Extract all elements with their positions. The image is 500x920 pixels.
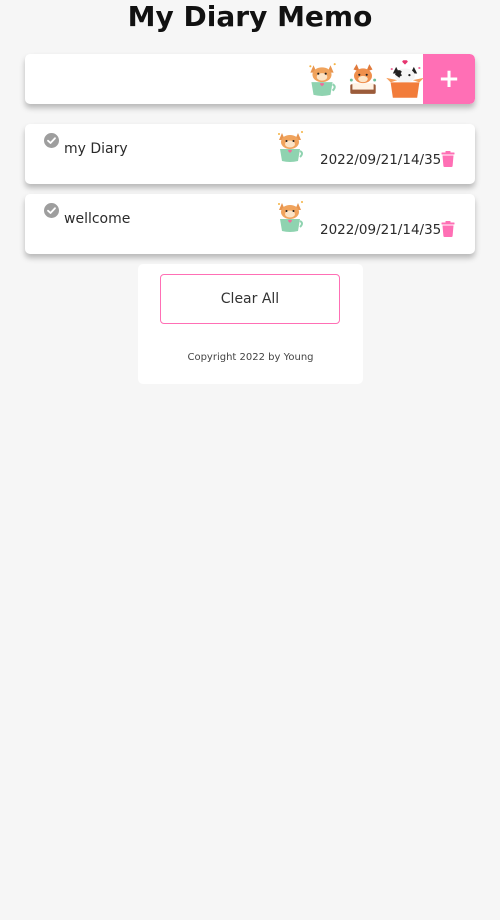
page-title: My Diary Memo	[127, 0, 373, 33]
check-circle-icon[interactable]	[44, 203, 59, 218]
cat-in-box-sticker-icon[interactable]	[386, 58, 424, 100]
memo-input[interactable]	[25, 54, 295, 104]
memo-item: my Diary 2022/09/21/14/35	[25, 124, 475, 184]
memo-date: 2022/09/21/14/35	[320, 152, 442, 168]
cat-with-cup-sticker-icon	[275, 129, 305, 163]
memo-text: my Diary	[64, 141, 128, 157]
clear-all-button[interactable]: Clear All	[160, 274, 340, 324]
memo-text: wellcome	[64, 211, 131, 227]
memo-item: wellcome 2022/09/21/14/35	[25, 194, 475, 254]
dog-with-book-sticker-icon[interactable]	[346, 61, 380, 97]
page: My Diary Memo + my Diary 2022/09/21/14/3…	[0, 0, 500, 920]
cat-with-cup-sticker-icon	[275, 199, 305, 233]
memo-input-bar: +	[25, 54, 475, 104]
cat-with-cup-sticker-icon[interactable]	[305, 61, 339, 97]
memo-date: 2022/09/21/14/35	[320, 222, 442, 238]
check-circle-icon[interactable]	[44, 133, 59, 148]
trash-icon[interactable]	[441, 221, 455, 237]
trash-icon[interactable]	[441, 151, 455, 167]
add-memo-button[interactable]: +	[423, 54, 475, 104]
copyright-text: Copyright 2022 by Young	[187, 352, 314, 363]
footer-panel: Clear All Copyright 2022 by Young	[138, 264, 363, 384]
